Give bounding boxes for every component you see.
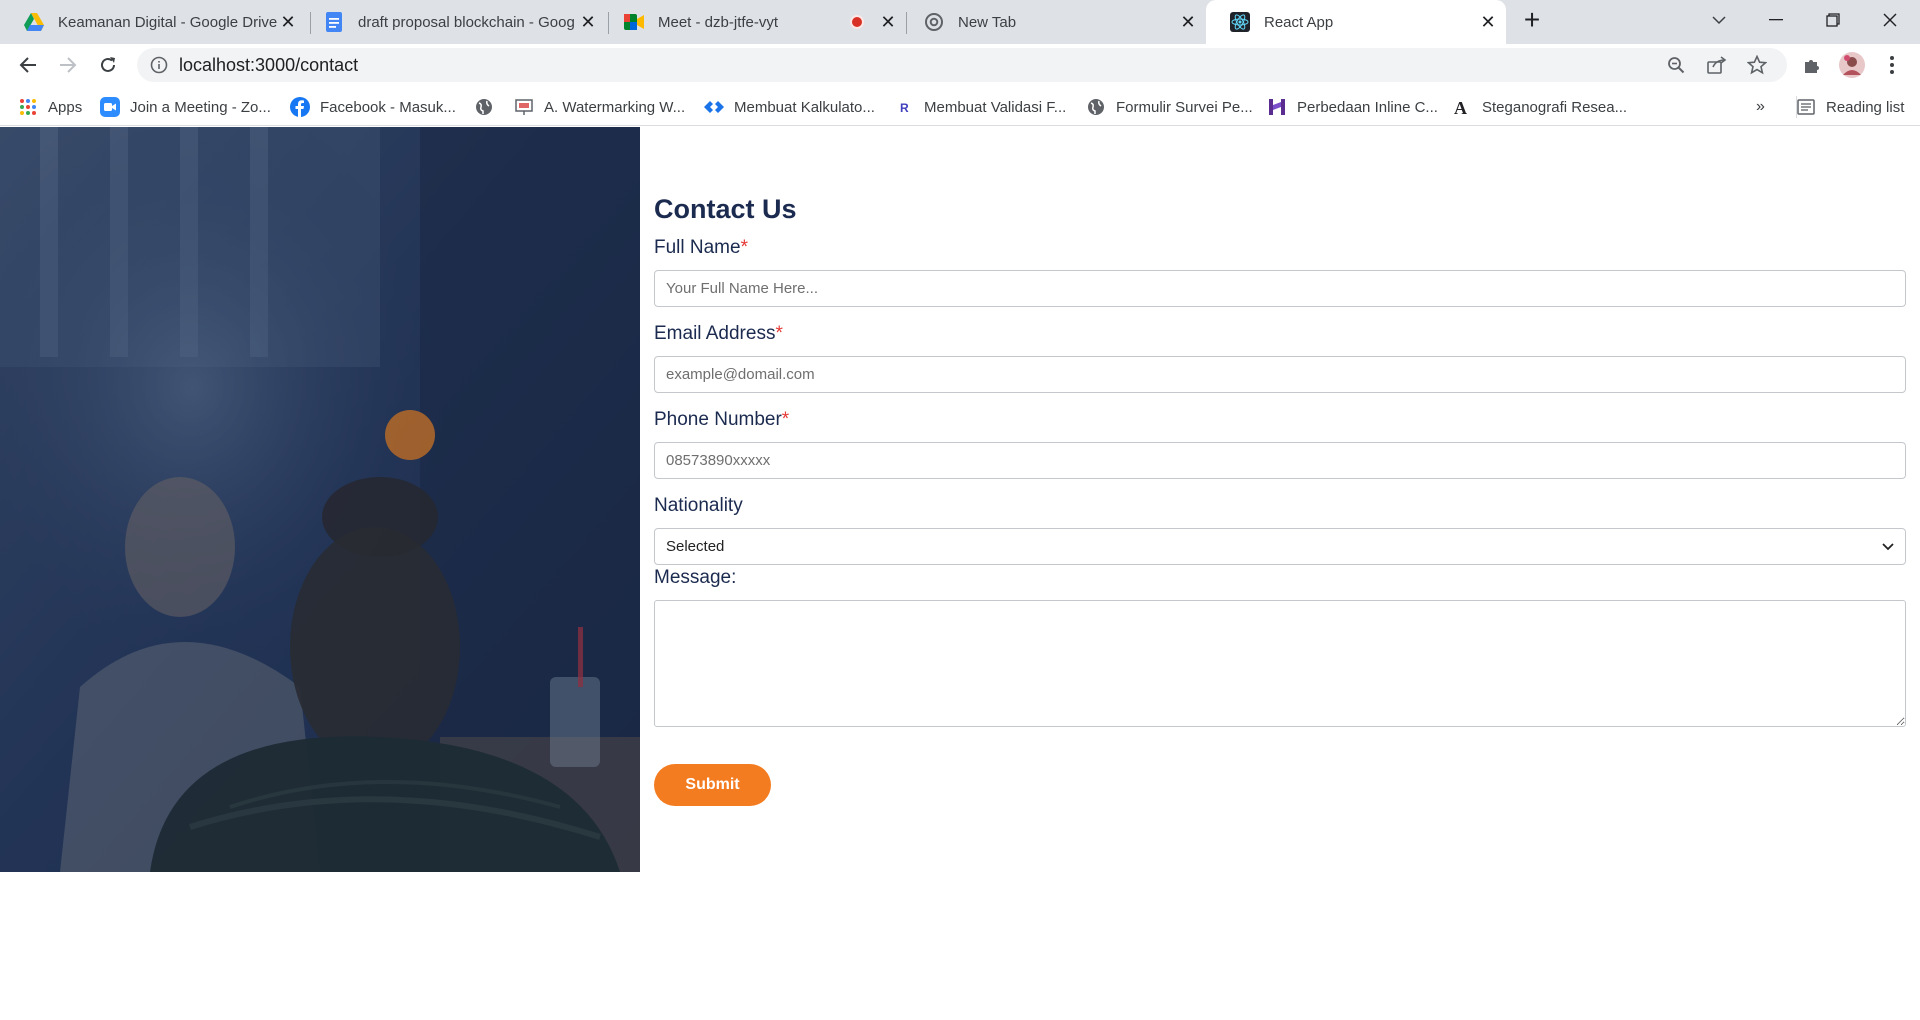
tab-title: React App [1264, 13, 1334, 31]
chrome-icon [924, 12, 944, 32]
chevron-down-icon [1882, 538, 1894, 555]
forward-arrow-icon[interactable] [52, 49, 84, 81]
phone-input[interactable] [654, 442, 1906, 479]
globe-icon [474, 97, 494, 117]
tab-new-tab[interactable]: New Tab ✕ [900, 0, 1206, 44]
zoom-icon[interactable] [1667, 56, 1685, 79]
tab-react-app[interactable]: React App ✕ [1206, 0, 1506, 44]
site-info-icon[interactable] [150, 56, 168, 79]
google-drive-icon [24, 12, 44, 32]
bookmark-label: Apps [48, 98, 83, 116]
google-docs-icon [324, 12, 344, 32]
bookmark-globe[interactable] [474, 94, 504, 120]
restore-icon[interactable] [1805, 0, 1861, 40]
bookmark-label: Membuat Kalkulato... [734, 98, 875, 116]
bookmark-label: Perbedaan Inline C... [1297, 98, 1438, 116]
share-icon[interactable] [1707, 56, 1727, 79]
reading-list-label: Reading list [1826, 98, 1905, 116]
bookmark-label: Formulir Survei Pe... [1116, 98, 1253, 116]
bookmark-kalkulator[interactable]: Membuat Kalkulato... [704, 94, 875, 120]
message-textarea[interactable] [654, 600, 1906, 727]
bookmark-validasi[interactable]: R Membuat Validasi F... [894, 94, 1066, 120]
letter-a-icon: A [1452, 97, 1472, 117]
phone-label: Phone Number* [654, 409, 790, 430]
more-bookmarks-icon[interactable]: » [1756, 94, 1765, 120]
globe-icon [1086, 97, 1106, 117]
contact-form: Contact Us Full Name* Email Address* Pho… [654, 127, 1906, 872]
bookmark-formulir[interactable]: Formulir Survei Pe... [1086, 94, 1253, 120]
full-name-label: Full Name* [654, 237, 748, 258]
submit-button[interactable]: Submit [654, 764, 771, 806]
bookmark-label: Steganografi Resea... [1482, 98, 1628, 116]
close-tab-icon[interactable]: ✕ [578, 12, 598, 32]
tab-google-drive[interactable]: Keamanan Digital - Google Drive ✕ [0, 0, 306, 44]
required-mark: * [775, 323, 783, 344]
bookmarks-bar: Apps Join a Meeting - Zo... Facebook - M… [0, 86, 1920, 126]
browser-toolbar: localhost:3000/contact [0, 44, 1920, 86]
email-label: Email Address* [654, 323, 783, 344]
react-icon [1230, 12, 1250, 32]
svg-text:R: R [900, 101, 909, 115]
reload-icon[interactable] [92, 49, 124, 81]
required-mark: * [740, 237, 748, 258]
full-name-input[interactable] [654, 270, 1906, 307]
close-tab-icon[interactable]: ✕ [1478, 12, 1498, 32]
tab-title: New Tab [958, 13, 1017, 31]
minimize-icon[interactable] [1748, 0, 1804, 40]
hero-photo [0, 127, 640, 872]
bookmark-label: A. Watermarking W... [544, 98, 686, 116]
tab-meet[interactable]: Meet - dzb-jtfe-vyt ✕ [600, 0, 906, 44]
slides-icon [514, 97, 534, 117]
browser-window: Keamanan Digital - Google Drive ✕ draft … [0, 0, 1920, 1020]
close-tab-icon[interactable]: ✕ [878, 12, 898, 32]
reading-list-icon [1796, 97, 1816, 117]
office-scene-illustration [0, 127, 640, 872]
svg-text:A: A [1454, 98, 1467, 116]
back-arrow-icon[interactable] [12, 49, 44, 81]
apps-grid-icon [18, 97, 38, 117]
tab-search-chevron-icon[interactable] [1691, 0, 1747, 40]
bookmark-icon: R [894, 97, 914, 117]
bookmark-facebook[interactable]: Facebook - Masuk... [290, 94, 456, 120]
tab-title: Keamanan Digital - Google Drive [58, 13, 278, 31]
email-input[interactable] [654, 356, 1906, 393]
close-tab-icon[interactable]: ✕ [1178, 12, 1198, 32]
bookmark-label: Join a Meeting - Zo... [130, 98, 271, 116]
menu-kebab-icon[interactable] [1876, 49, 1908, 81]
tab-title: draft proposal blockchain - Goog [358, 13, 575, 31]
bookmark-perbedaan[interactable]: Perbedaan Inline C... [1267, 94, 1438, 120]
bookmark-zoom[interactable]: Join a Meeting - Zo... [100, 94, 271, 120]
google-meet-icon [624, 12, 644, 32]
recording-icon [850, 15, 864, 29]
message-label: Message: [654, 567, 737, 588]
required-mark: * [781, 409, 790, 430]
h-logo-icon [1267, 97, 1287, 117]
url-text[interactable]: localhost:3000/contact [179, 55, 358, 76]
bookmark-apps[interactable]: Apps [18, 94, 82, 120]
bookmark-steganografi[interactable]: A Steganografi Resea... [1452, 94, 1627, 120]
new-tab-plus-icon[interactable]: + [1504, 0, 1560, 40]
tab-title: Meet - dzb-jtfe-vyt [658, 13, 779, 31]
nationality-select[interactable]: Selected [654, 528, 1906, 565]
extensions-puzzle-icon[interactable] [1796, 49, 1828, 81]
bookmark-star-icon[interactable] [1746, 54, 1768, 80]
bookmark-watermarking[interactable]: A. Watermarking W... [514, 94, 685, 120]
diamond-arrows-icon [704, 97, 724, 117]
facebook-icon [290, 97, 310, 117]
bookmark-label: Facebook - Masuk... [320, 98, 456, 116]
close-window-icon[interactable] [1862, 0, 1918, 40]
address-bar[interactable]: localhost:3000/contact [137, 48, 1787, 82]
zoom-icon [100, 97, 120, 117]
reading-list-button[interactable]: Reading list [1796, 94, 1904, 120]
profile-avatar[interactable] [1836, 49, 1868, 81]
close-tab-icon[interactable]: ✕ [278, 12, 298, 32]
nationality-selected-value: Selected [666, 538, 725, 555]
nationality-label: Nationality [654, 495, 743, 516]
bookmark-label: Membuat Validasi F... [924, 98, 1067, 116]
page-title: Contact Us [654, 194, 797, 224]
tab-strip: Keamanan Digital - Google Drive ✕ draft … [0, 0, 1920, 44]
tab-draft-proposal[interactable]: draft proposal blockchain - Goog ✕ [300, 0, 606, 44]
